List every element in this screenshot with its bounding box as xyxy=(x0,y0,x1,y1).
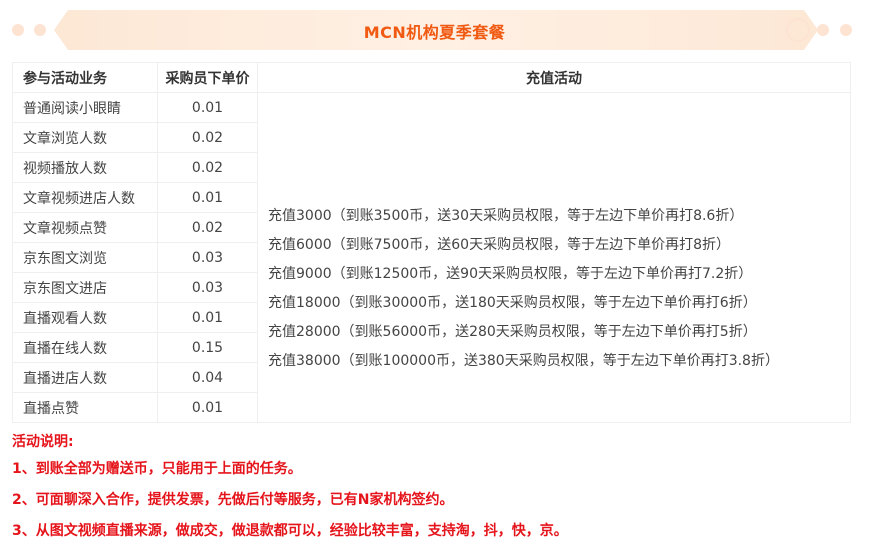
package-table: 参与活动业务 采购员下单价 充值活动 普通阅读小眼睛 0.01 充值3000（到… xyxy=(12,62,851,423)
business-cell: 直播观看人数 xyxy=(12,302,158,333)
recharge-option: 充值9000（到账12500币，送90天采购员权限，等于左边下单价再打7.2折） xyxy=(268,265,753,282)
table-row: 普通阅读小眼睛 0.01 充值3000（到账3500币，送30天采购员权限，等于… xyxy=(12,92,851,423)
price-cell: 0.03 xyxy=(157,242,258,273)
business-cell: 京东图文进店 xyxy=(12,272,158,303)
note-item: 2、可面聊深入合作，提供发票，先做后付等服务，已有N家机构签约。 xyxy=(12,492,454,508)
note-item: 3、从图文视频直播来源，做成交，做退款都可以，经验比较丰富，支持淘，抖，快，京。 xyxy=(12,523,568,539)
recharge-option: 充值28000（到账56000币，送280天采购员权限，等于左边下单价再打5折） xyxy=(268,323,757,340)
recharge-activity-cell: 充值3000（到账3500币，送30天采购员权限，等于左边下单价再打8.6折） … xyxy=(257,92,851,423)
recharge-option: 充值6000（到账7500币，送60天采购员权限，等于左边下单价再打8折） xyxy=(268,236,730,253)
price-cell: 0.04 xyxy=(157,362,258,393)
price-cell: 0.01 xyxy=(157,92,258,123)
column-header-price: 采购员下单价 xyxy=(157,62,258,93)
activity-notes: 活动说明: 1、到账全部为赠送币，只能用于上面的任务。 2、可面聊深入合作，提供… xyxy=(12,430,568,547)
business-cell: 文章视频进店人数 xyxy=(12,182,158,213)
price-cell: 0.15 xyxy=(157,332,258,363)
note-item: 1、到账全部为赠送币，只能用于上面的任务。 xyxy=(12,461,302,477)
price-cell: 0.02 xyxy=(157,212,258,243)
business-cell: 视频播放人数 xyxy=(12,152,158,183)
table-header-row: 参与活动业务 采购员下单价 充值活动 xyxy=(12,62,851,93)
price-cell: 0.01 xyxy=(157,182,258,213)
header-banner: MCN机构夏季套餐 xyxy=(0,10,869,54)
recharge-option: 充值18000（到账30000币，送180天采购员权限，等于左边下单价再打6折） xyxy=(268,294,757,311)
business-cell: 直播进店人数 xyxy=(12,362,158,393)
column-header-recharge: 充值活动 xyxy=(257,62,851,93)
decor-dot xyxy=(817,24,829,36)
recharge-option: 充值3000（到账3500币，送30天采购员权限，等于左边下单价再打8.6折） xyxy=(268,207,744,224)
business-cell: 直播在线人数 xyxy=(12,332,158,363)
business-cell: 普通阅读小眼睛 xyxy=(12,92,158,123)
price-cell: 0.01 xyxy=(157,302,258,333)
recharge-option: 充值38000（到账100000币，送380天采购员权限，等于左边下单价再打3.… xyxy=(268,352,779,369)
business-cell: 京东图文浏览 xyxy=(12,242,158,273)
decor-dot xyxy=(840,24,852,36)
business-cell: 文章视频点赞 xyxy=(12,212,158,243)
price-cell: 0.02 xyxy=(157,152,258,183)
business-cell: 直播点赞 xyxy=(12,392,158,423)
decor-ring xyxy=(786,18,810,42)
price-cell: 0.01 xyxy=(157,392,258,423)
price-cell: 0.03 xyxy=(157,272,258,303)
column-header-business: 参与活动业务 xyxy=(12,62,158,93)
page-title: MCN机构夏季套餐 xyxy=(363,23,506,42)
price-cell: 0.02 xyxy=(157,122,258,153)
business-cell: 文章浏览人数 xyxy=(12,122,158,153)
notes-title: 活动说明: xyxy=(12,434,74,450)
